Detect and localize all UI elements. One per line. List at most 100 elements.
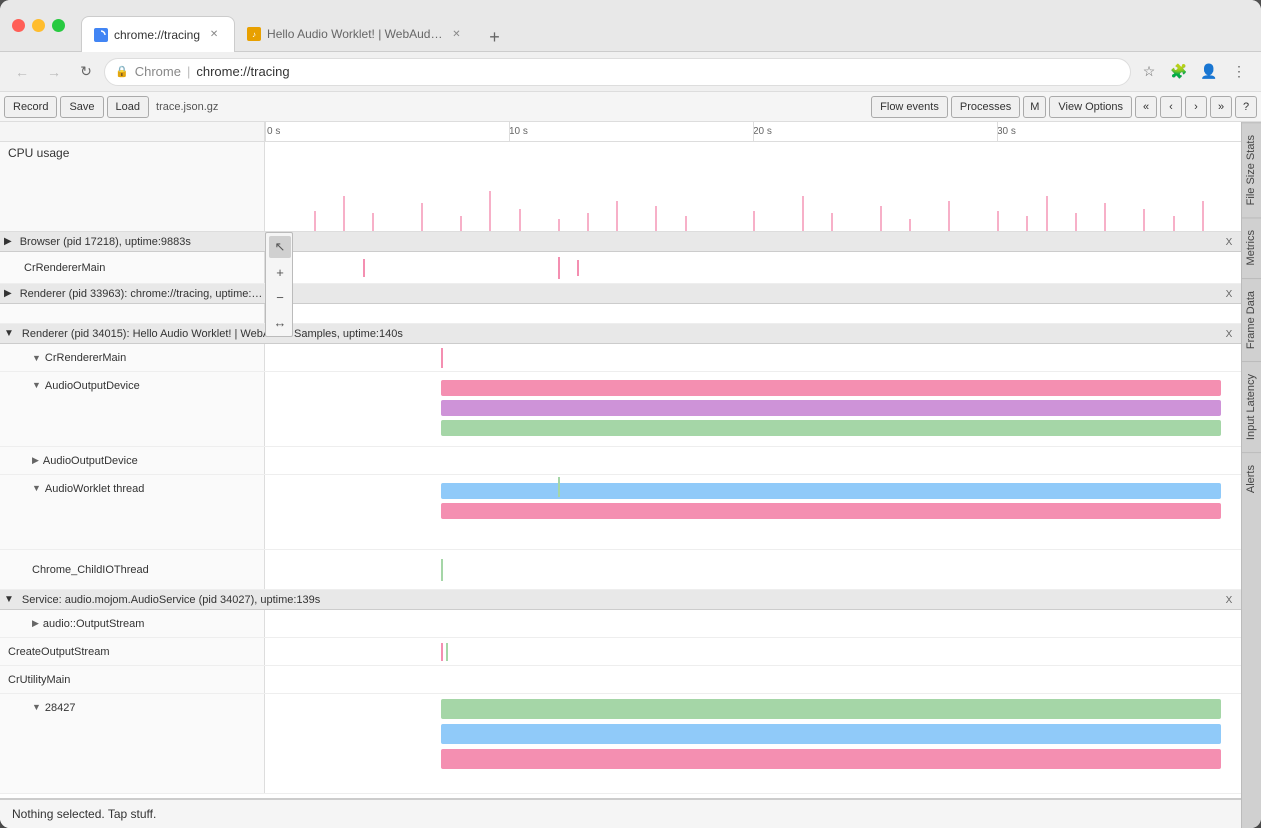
processes-button[interactable]: Processes	[951, 96, 1020, 118]
close-traffic-light[interactable]	[12, 19, 25, 32]
track-label-create-output-stream[interactable]: CreateOutputStream	[0, 638, 265, 665]
track-row-create-output-stream: CreateOutputStream	[0, 638, 1241, 666]
title-bar: chrome://tracing ✕ ♪ Hello Audio Worklet…	[0, 0, 1261, 52]
track-canvas-audio-output-device	[265, 372, 1241, 446]
view-options-button[interactable]: View Options	[1049, 96, 1132, 118]
section-label-browser: Browser (pid 17218), uptime:9883s	[12, 236, 1241, 248]
track-canvas-create-output-stream	[265, 638, 1241, 665]
tab-tracing[interactable]: chrome://tracing ✕	[81, 16, 235, 52]
trace-content: 0 s 10 s 20 s 30 s CPU usage	[0, 122, 1241, 828]
help-button[interactable]: ?	[1235, 96, 1257, 118]
section-close-service[interactable]: X	[1221, 592, 1237, 608]
track-row-audio-output-stream: ▶ audio::OutputStream	[0, 610, 1241, 638]
timeline-label-col	[0, 122, 265, 141]
track-row-cr-utility-main: CrUtilityMain	[0, 666, 1241, 694]
address-separator: |	[187, 64, 190, 79]
right-tab-metrics[interactable]: Metrics	[1242, 217, 1261, 277]
tab-audio-worklet[interactable]: ♪ Hello Audio Worklet! | WebAud… ✕	[235, 16, 476, 52]
tool-palette: ↖ + − ↔	[265, 232, 293, 337]
nav-left-button[interactable]: «	[1135, 96, 1157, 118]
nav-right-button[interactable]: »	[1210, 96, 1232, 118]
bookmark-button[interactable]: ☆	[1135, 58, 1163, 86]
track-canvas-cr-utility-main	[265, 666, 1241, 693]
tab-close-audio[interactable]: ✕	[448, 26, 464, 42]
tab-favicon-tracing	[94, 28, 108, 42]
timeline-ticks: 0 s 10 s 20 s 30 s	[265, 122, 1241, 141]
track-canvas-chrome-child-io	[265, 550, 1241, 589]
address-bar[interactable]: 🔒 Chrome | chrome://tracing	[104, 58, 1131, 86]
flow-events-button[interactable]: Flow events	[871, 96, 948, 118]
menu-button[interactable]: ⋮	[1225, 58, 1253, 86]
section-close-browser[interactable]: X	[1221, 234, 1237, 250]
section-header-renderer2[interactable]: ▼ Renderer (pid 34015): Hello Audio Work…	[0, 324, 1241, 344]
toolbar: Record Save Load trace.json.gz Flow even…	[0, 92, 1261, 122]
section-label-service: Service: audio.mojom.AudioService (pid 3…	[14, 594, 1241, 606]
track-label-cr-utility-main[interactable]: CrUtilityMain	[0, 666, 265, 693]
track-canvas-renderer1-empty	[265, 304, 1241, 323]
track-label-28427[interactable]: ▼ 28427	[0, 694, 265, 793]
track-canvas-browser-main	[265, 252, 1241, 283]
tab-label-audio: Hello Audio Worklet! | WebAud…	[267, 27, 442, 41]
main-area: 0 s 10 s 20 s 30 s CPU usage	[0, 122, 1261, 828]
reload-button[interactable]: ↻	[72, 58, 100, 86]
track-label-browser-main[interactable]: CrRendererMain	[0, 252, 265, 283]
section-header-browser[interactable]: ▶ Browser (pid 17218), uptime:9883s X	[0, 232, 1241, 252]
save-button[interactable]: Save	[60, 96, 103, 118]
track-label-audio-output-device2[interactable]: ▶ AudioOutputDevice	[0, 447, 265, 474]
back-button[interactable]: ←	[8, 58, 36, 86]
track-canvas-28427	[265, 694, 1241, 793]
nav-prev-button[interactable]: ‹	[1160, 96, 1182, 118]
address-brand: Chrome	[135, 64, 181, 79]
right-tab-alerts[interactable]: Alerts	[1242, 452, 1261, 505]
section-header-service[interactable]: ▼ Service: audio.mojom.AudioService (pid…	[0, 590, 1241, 610]
section-label-renderer1: Renderer (pid 33963): chrome://tracing, …	[12, 288, 1241, 300]
lock-icon: 🔒	[115, 65, 129, 78]
section-close-renderer2[interactable]: X	[1221, 326, 1237, 342]
tick-10s: 10 s	[509, 126, 528, 137]
tick-30s: 30 s	[997, 126, 1016, 137]
section-header-renderer1[interactable]: ▶ Renderer (pid 33963): chrome://tracing…	[0, 284, 1241, 304]
track-row-chrome-child-io: Chrome_ChildIOThread	[0, 550, 1241, 590]
tab-favicon-audio: ♪	[247, 27, 261, 41]
forward-button[interactable]: →	[40, 58, 68, 86]
track-label-audio-worklet[interactable]: ▼ AudioWorklet thread	[0, 475, 265, 549]
zoom-in-tool[interactable]: +	[269, 261, 291, 283]
track-label-cr-renderer-main[interactable]: ▼ CrRendererMain	[0, 344, 265, 371]
track-sections: ▶ Browser (pid 17218), uptime:9883s X Cr…	[0, 232, 1241, 798]
track-row-audio-output-device2: ▶ AudioOutputDevice	[0, 447, 1241, 475]
pan-tool[interactable]: ↔	[269, 311, 291, 333]
nav-next-button[interactable]: ›	[1185, 96, 1207, 118]
tab-close-tracing[interactable]: ✕	[206, 27, 222, 43]
zoom-out-tool[interactable]: −	[269, 286, 291, 308]
profile-button[interactable]: 👤	[1195, 58, 1223, 86]
track-label-audio-output-stream[interactable]: ▶ audio::OutputStream	[0, 610, 265, 637]
load-button[interactable]: Load	[107, 96, 149, 118]
cpu-usage-label: CPU usage	[0, 142, 265, 231]
m-button[interactable]: M	[1023, 96, 1046, 118]
track-label-audio-output-device[interactable]: ▼ AudioOutputDevice	[0, 372, 265, 446]
tick-20s: 20 s	[753, 126, 772, 137]
traffic-lights	[12, 19, 65, 32]
track-label-chrome-child-io[interactable]: Chrome_ChildIOThread	[0, 550, 265, 589]
extensions-button[interactable]: 🧩	[1165, 58, 1193, 86]
record-button[interactable]: Record	[4, 96, 57, 118]
right-tab-file-size-stats[interactable]: File Size Stats	[1242, 122, 1261, 217]
maximize-traffic-light[interactable]	[52, 19, 65, 32]
right-tab-input-latency[interactable]: Input Latency	[1242, 361, 1261, 452]
track-canvas-cr-renderer-main	[265, 344, 1241, 371]
section-label-renderer2: Renderer (pid 34015): Hello Audio Workle…	[14, 328, 1241, 340]
minimize-traffic-light[interactable]	[32, 19, 45, 32]
new-tab-button[interactable]: +	[480, 23, 508, 51]
track-row-audio-output-device: ▼ AudioOutputDevice	[0, 372, 1241, 447]
track-row-renderer1-empty	[0, 304, 1241, 324]
tick-0s: 0 s	[267, 126, 280, 137]
cursor-tool[interactable]: ↖	[269, 236, 291, 258]
right-panel: File Size Stats Metrics Frame Data Input…	[1241, 122, 1261, 828]
nav-bar: ← → ↻ 🔒 Chrome | chrome://tracing ☆ 🧩 👤 …	[0, 52, 1261, 92]
track-canvas-audio-output-device2	[265, 447, 1241, 474]
cpu-chart	[265, 142, 1241, 231]
track-row-28427: ▼ 28427	[0, 694, 1241, 794]
track-canvas-audio-output-stream	[265, 610, 1241, 637]
section-close-renderer1[interactable]: X	[1221, 286, 1237, 302]
right-tab-frame-data[interactable]: Frame Data	[1242, 278, 1261, 361]
